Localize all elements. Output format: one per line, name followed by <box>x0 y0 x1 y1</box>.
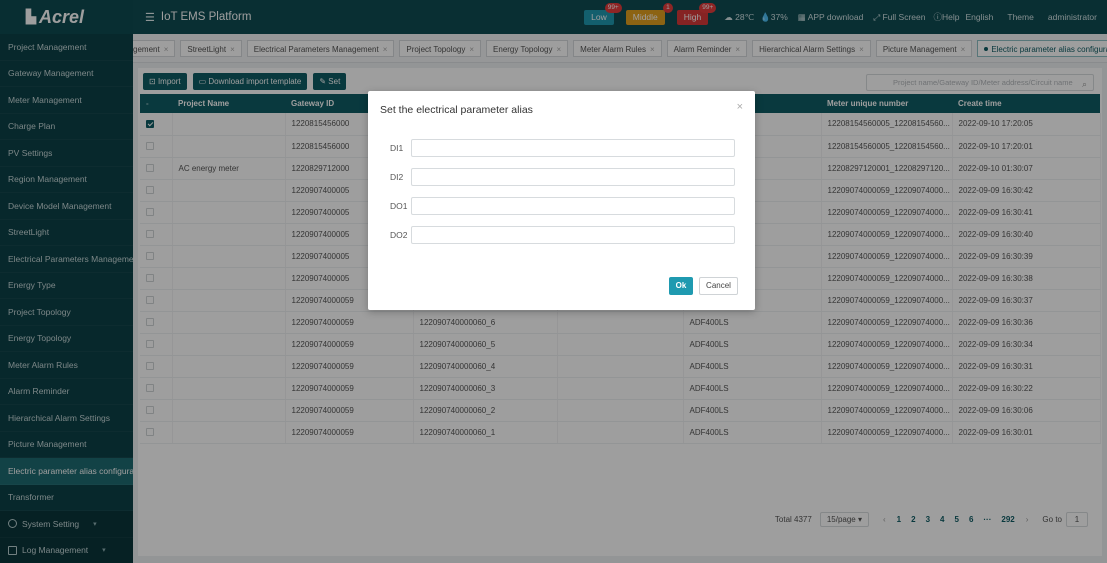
field-row-do1: DO1 <box>368 197 755 215</box>
field-row-di2: DI2 <box>368 168 755 186</box>
cancel-button[interactable]: Cancel <box>699 277 738 295</box>
ok-button[interactable]: Ok <box>669 277 693 295</box>
close-icon[interactable]: × <box>737 101 743 113</box>
alias-dialog: Set the electrical parameter alias × DI1… <box>368 91 755 310</box>
field-label: DI1 <box>390 143 404 153</box>
do1-input[interactable] <box>411 197 735 215</box>
field-label: DI2 <box>390 172 404 182</box>
field-label: DO1 <box>390 201 408 211</box>
di1-input[interactable] <box>411 139 735 157</box>
do2-input[interactable] <box>411 226 735 244</box>
di2-input[interactable] <box>411 168 735 186</box>
field-row-di1: DI1 <box>368 139 755 157</box>
field-row-do2: DO2 <box>368 226 755 244</box>
dialog-title: Set the electrical parameter alias <box>380 104 533 116</box>
field-label: DO2 <box>390 230 408 240</box>
